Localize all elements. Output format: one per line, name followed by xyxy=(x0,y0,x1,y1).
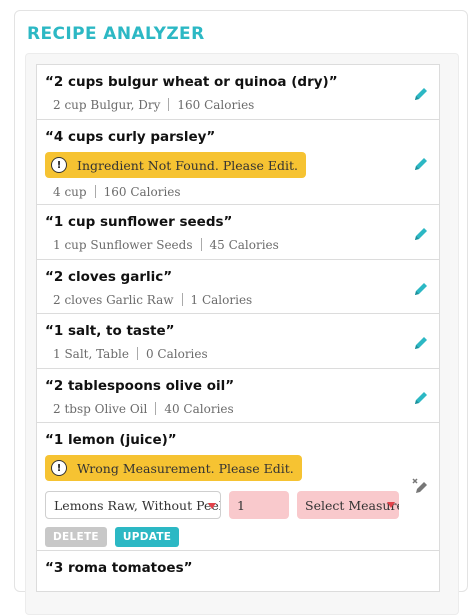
ingredient-row-salt: “1 salt, to taste” 1 Salt, Table 0 Calori… xyxy=(37,314,439,369)
food-select[interactable]: Lemons Raw, Without Peel xyxy=(45,491,221,519)
ingredient-row-parsley: “4 cups curly parsley” ! Ingredient Not … xyxy=(37,120,439,205)
meta-separator xyxy=(155,402,157,415)
ingredient-calories: 160 Calories xyxy=(103,185,181,199)
ingredient-row-garlic: “2 cloves garlic” 2 cloves Garlic Raw 1 C… xyxy=(37,260,439,314)
ingredient-title: “4 cups curly parsley” xyxy=(45,129,216,145)
ingredient-row-sunflower-seeds: “1 cup sunflower seeds” 1 cup Sunflower … xyxy=(37,205,439,260)
warning-badge: ! Ingredient Not Found. Please Edit. xyxy=(45,152,306,178)
ingredient-measure: 1 Salt, Table xyxy=(53,347,129,361)
ingredient-meta: 4 cup 160 Calories xyxy=(45,184,389,200)
ingredient-row-olive-oil: “2 tablespoons olive oil” 2 tbsp Olive O… xyxy=(37,369,439,423)
quantity-input[interactable] xyxy=(229,491,289,519)
ingredient-measure: 1 cup Sunflower Seeds xyxy=(53,238,193,252)
delete-button[interactable]: DELETE xyxy=(45,527,107,547)
recipe-analyzer-panel: RECIPE ANALYZER “2 cups bulgur wheat or … xyxy=(14,10,468,615)
pencil-icon[interactable] xyxy=(413,226,429,242)
caret-down-icon xyxy=(387,502,395,508)
meta-separator xyxy=(94,185,96,198)
ingredient-title: “1 cup sunflower seeds” xyxy=(45,214,233,230)
ingredient-title: “3 roma tomatoes” xyxy=(45,560,193,576)
ingredient-calories: 40 Calories xyxy=(164,402,234,416)
pencil-x-icon[interactable] xyxy=(411,477,429,495)
ingredient-calories: 1 Calories xyxy=(190,293,253,307)
ingredient-meta: 1 Salt, Table 0 Calories xyxy=(45,346,389,362)
ingredient-measure: 4 cup xyxy=(53,185,87,199)
measure-select[interactable]: Select Measure xyxy=(297,491,399,519)
exclamation-icon: ! xyxy=(51,460,67,476)
meta-separator xyxy=(168,98,170,111)
warning-text: Ingredient Not Found. Please Edit. xyxy=(77,157,298,173)
caret-down-icon xyxy=(208,503,216,509)
ingredient-row-tomatoes: “3 roma tomatoes” xyxy=(37,551,439,591)
ingredient-edit-form: Lemons Raw, Without Peel Select Measure xyxy=(45,491,431,519)
ingredient-meta: 2 cup Bulgur, Dry 160 Calories xyxy=(45,97,389,113)
ingredient-measure: 2 tbsp Olive Oil xyxy=(53,402,148,416)
ingredient-title: “2 cups bulgur wheat or quinoa (dry)” xyxy=(45,74,338,90)
ingredient-measure: 2 cloves Garlic Raw xyxy=(53,293,174,307)
food-select-value: Lemons Raw, Without Peel xyxy=(54,497,221,513)
ingredient-calories: 45 Calories xyxy=(209,238,279,252)
meta-separator xyxy=(136,347,138,360)
app-title: RECIPE ANALYZER xyxy=(27,24,205,44)
ingredient-list: “2 cups bulgur wheat or quinoa (dry)” 2 … xyxy=(36,64,440,592)
ingredient-meta: 2 tbsp Olive Oil 40 Calories xyxy=(45,401,389,417)
meta-separator xyxy=(181,293,183,306)
warning-badge: ! Wrong Measurement. Please Edit. xyxy=(45,455,302,481)
exclamation-icon: ! xyxy=(51,157,67,173)
ingredient-title: “2 cloves garlic” xyxy=(45,269,173,285)
meta-separator xyxy=(200,238,202,251)
ingredient-meta: 2 cloves Garlic Raw 1 Calories xyxy=(45,292,389,308)
pencil-icon[interactable] xyxy=(413,156,429,172)
ingredient-meta: 1 cup Sunflower Seeds 45 Calories xyxy=(45,237,389,253)
update-button[interactable]: UPDATE xyxy=(114,527,180,547)
pencil-icon[interactable] xyxy=(413,86,429,102)
pencil-icon[interactable] xyxy=(413,335,429,351)
pencil-icon[interactable] xyxy=(413,281,429,297)
ingredient-title: “1 lemon (juice)” xyxy=(45,432,177,448)
ingredient-title: “1 salt, to taste” xyxy=(45,323,175,339)
ingredient-title: “2 tablespoons olive oil” xyxy=(45,378,235,394)
pencil-icon[interactable] xyxy=(413,390,429,406)
measure-select-placeholder: Select Measure xyxy=(305,497,399,513)
ingredient-list-container: “2 cups bulgur wheat or quinoa (dry)” 2 … xyxy=(25,53,459,615)
warning-text: Wrong Measurement. Please Edit. xyxy=(77,460,294,476)
ingredient-row-lemon: “1 lemon (juice)” ! Wrong Measurement. P… xyxy=(37,423,439,551)
ingredient-calories: 160 Calories xyxy=(177,98,255,112)
ingredient-calories: 0 Calories xyxy=(145,347,208,361)
ingredient-row-bulgur: “2 cups bulgur wheat or quinoa (dry)” 2 … xyxy=(37,65,439,120)
ingredient-measure: 2 cup Bulgur, Dry xyxy=(53,98,161,112)
